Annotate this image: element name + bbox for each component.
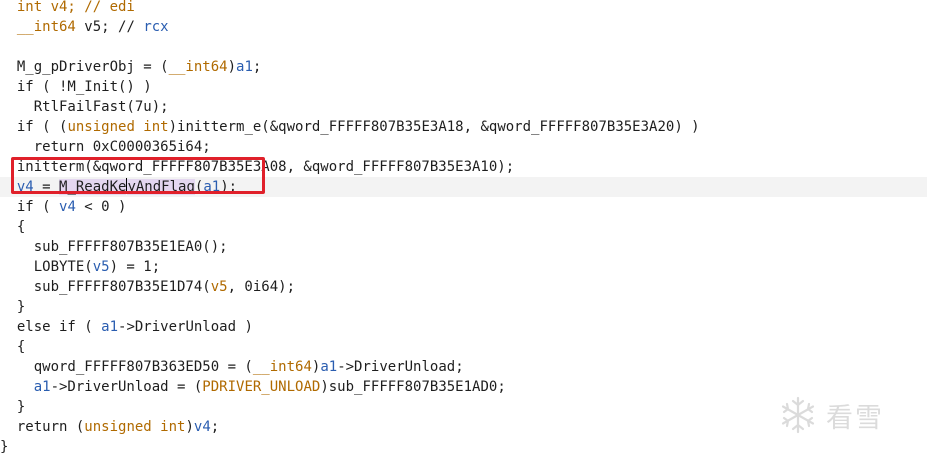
code-token: v5 — [92, 259, 110, 275]
highlighted-identifier: M_ReadKe — [59, 179, 127, 195]
code-line[interactable]: if ( (unsigned int)initterm_e(&qword_FFF… — [0, 117, 927, 137]
code-token: unsigned int — [84, 419, 186, 435]
code-token: sub_FFFFF807B35E1D74( — [0, 279, 211, 295]
code-token: M_g_pDriverObj = ( — [0, 59, 169, 75]
code-token: , 0i64); — [227, 279, 296, 295]
code-token: v4 — [16, 179, 34, 195]
code-line[interactable]: } — [0, 437, 927, 457]
snowflake-icon — [781, 396, 815, 434]
code-token: else if ( — [0, 319, 102, 335]
code-token: v5; // — [75, 19, 144, 35]
code-token: v5 — [210, 279, 228, 295]
code-token: ->DriverUnload ) — [118, 319, 253, 335]
code-line[interactable]: } — [0, 297, 927, 317]
code-line[interactable]: sub_FFFFF807B35E1EA0(); — [0, 237, 927, 257]
code-token: } — [0, 399, 26, 415]
code-token: rcx — [143, 19, 169, 35]
code-token: if ( !M_Init() ) — [0, 79, 152, 95]
code-token: ; — [210, 419, 220, 435]
code-token: < 0 ) — [75, 199, 127, 215]
code-line[interactable]: { — [0, 217, 927, 237]
code-token: v4 — [193, 419, 211, 435]
code-token: a1 — [203, 179, 221, 195]
code-line[interactable]: M_g_pDriverObj = (__int64)a1; — [0, 57, 927, 77]
code-token: { — [0, 219, 26, 235]
code-line[interactable]: initterm(&qword_FFFFF807B35E3A08, &qword… — [0, 157, 927, 177]
code-line[interactable]: RtlFailFast(7u); — [0, 97, 927, 117]
code-token: ; — [252, 59, 262, 75]
code-token: } — [0, 299, 26, 315]
code-token: if ( ( — [0, 119, 68, 135]
code-token: __int64 — [252, 359, 312, 375]
code-token: qword_FFFFF807B363ED50 = ( — [0, 359, 253, 375]
highlighted-identifier: yAndFlag — [127, 179, 195, 195]
code-line[interactable] — [0, 37, 927, 57]
code-token: = — [33, 179, 60, 195]
code-token: v4 — [59, 199, 76, 215]
code-token: ) — [227, 59, 237, 75]
code-token: ) — [185, 419, 194, 435]
code-token: )sub_FFFFF807B35E1AD0; — [320, 379, 506, 395]
code-line[interactable]: LOBYTE(v5) = 1; — [0, 257, 927, 277]
code-line[interactable]: qword_FFFFF807B363ED50 = (__int64)a1->Dr… — [0, 357, 927, 377]
code-line[interactable]: if ( !M_Init() ) — [0, 77, 927, 97]
code-token: return 0xC0000365i64; — [0, 139, 211, 155]
code-token: int v4; // edi — [0, 0, 135, 15]
code-token: a1 — [320, 359, 338, 375]
code-token: a1 — [101, 319, 119, 335]
code-token: ); — [220, 179, 238, 195]
code-token: __int64 — [168, 59, 228, 75]
code-line[interactable]: __int64 v5; // rcx — [0, 17, 927, 37]
code-line[interactable]: if ( v4 < 0 ) — [0, 197, 927, 217]
code-token: { — [0, 339, 26, 355]
code-token: return ( — [0, 419, 85, 435]
code-token: unsigned int — [67, 119, 169, 135]
code-token: sub_FFFFF807B35E1EA0(); — [0, 239, 228, 255]
code-token: ->DriverUnload; — [337, 359, 464, 375]
code-line[interactable]: { — [0, 337, 927, 357]
code-token: RtlFailFast(7u); — [0, 99, 169, 115]
code-token: LOBYTE( — [0, 259, 93, 275]
watermark-text: 看雪 — [826, 402, 884, 434]
code-token: __int64 — [16, 19, 76, 35]
code-line[interactable]: else if ( a1->DriverUnload ) — [0, 317, 927, 337]
watermark: 看雪 — [778, 390, 913, 440]
code-token: if ( — [0, 199, 60, 215]
code-token: initterm(&qword_FFFFF807B35E3A08, &qword… — [0, 159, 515, 175]
code-token: a1 — [33, 379, 51, 395]
code-token: PDRIVER_UNLOAD — [202, 379, 321, 395]
code-token: ->DriverUnload = ( — [50, 379, 203, 395]
code-token: )initterm_e(&qword_FFFFF807B35E3A18, &qw… — [168, 119, 700, 135]
code-line[interactable]: sub_FFFFF807B35E1D74(v5, 0i64); — [0, 277, 927, 297]
code-line-current[interactable]: v4 = M_ReadKeyAndFlag(a1); — [0, 177, 927, 197]
code-token: ) = 1; — [109, 259, 161, 275]
code-token: a1 — [236, 59, 253, 75]
code-editor[interactable]: int v4; // edi __int64 v5; // rcx M_g_pD… — [0, 0, 927, 457]
code-line[interactable]: int v4; // edi — [0, 0, 927, 17]
code-token: } — [0, 439, 9, 455]
code-line[interactable]: return 0xC0000365i64; — [0, 137, 927, 157]
